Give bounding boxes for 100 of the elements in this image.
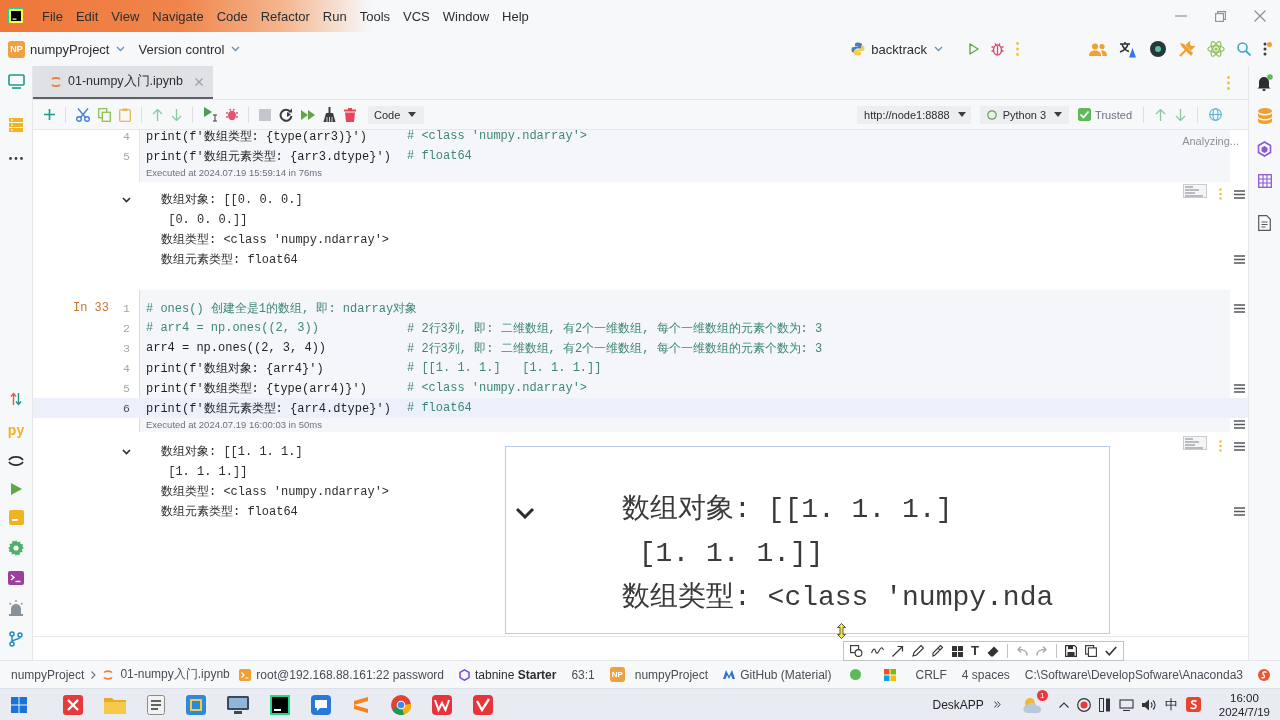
menu-icon[interactable] [1233, 190, 1245, 199]
zigzag-app-icon[interactable] [432, 694, 452, 715]
disc-icon[interactable] [1150, 41, 1166, 57]
trusted-checkbox[interactable] [1078, 108, 1092, 121]
hexagon-icon[interactable] [1257, 141, 1272, 157]
indent-setting[interactable]: 4 spaces [961, 667, 1010, 682]
code-cell[interactable] [33, 290, 1248, 432]
cross-app-icon[interactable] [63, 694, 83, 715]
breadcrumb-item[interactable]: numpyProject [11, 667, 85, 682]
screen-icon[interactable] [1118, 698, 1134, 711]
monitor-icon[interactable] [7, 74, 25, 89]
input-app-icon[interactable] [1185, 697, 1201, 712]
bug-icon[interactable] [226, 108, 238, 121]
plugin-status[interactable]: tabnine Starter [475, 667, 557, 682]
fast-forward-icon[interactable] [301, 109, 315, 120]
theme-name[interactable]: GitHub (Material) [740, 667, 832, 682]
cloud-sun-icon[interactable] [1022, 696, 1043, 713]
monitor-app-icon[interactable] [227, 695, 249, 714]
menu-item[interactable]: Run [322, 8, 347, 24]
menu-icon[interactable] [1233, 507, 1245, 516]
trash-icon[interactable] [344, 107, 356, 122]
clock-date[interactable]: 2024/7/19 [1218, 704, 1270, 719]
text-tool-button[interactable]: T [971, 644, 979, 658]
run-configuration-dropdown[interactable]: backtrack [871, 41, 943, 57]
eraser-icon[interactable] [986, 645, 999, 657]
mosaic-icon[interactable] [952, 645, 963, 657]
project-dropdown[interactable]: numpyProject [30, 41, 126, 57]
more-icon[interactable] [9, 157, 23, 160]
menu-item[interactable]: Help [502, 8, 529, 24]
arrow-icon[interactable] [892, 645, 904, 657]
menu-item[interactable]: Tools [359, 8, 391, 24]
more-icon[interactable] [1263, 42, 1272, 56]
menu-icon[interactable] [1233, 442, 1245, 451]
chevron-up-icon[interactable] [1058, 701, 1069, 708]
globe-icon[interactable] [1209, 108, 1222, 121]
chevron-icon[interactable] [121, 449, 131, 455]
editor-tab[interactable]: 01-numpy入门.ipynb [33, 66, 213, 99]
four-squares-icon[interactable] [884, 668, 897, 681]
bug-icon[interactable] [991, 42, 1004, 56]
play-icon[interactable] [10, 483, 22, 495]
marker-icon[interactable] [932, 645, 944, 657]
clock-time[interactable]: 16:00 [1230, 690, 1259, 705]
run-cell-icon[interactable] [203, 107, 218, 122]
terminal-icon[interactable] [8, 571, 24, 585]
menu-item[interactable]: VCS [403, 8, 430, 24]
status-dot-icon[interactable] [850, 669, 862, 680]
version-control-dropdown[interactable]: Version control [138, 41, 241, 57]
table-thumbnail-icon[interactable] [1183, 436, 1207, 450]
database-icon[interactable] [1257, 108, 1272, 124]
interpreter-path[interactable]: C:\Software\DevelopSofware\Anaconda3 [1024, 667, 1243, 682]
save-icon[interactable] [1064, 645, 1077, 657]
menu-icon[interactable] [1233, 383, 1245, 393]
two-bars-icon[interactable] [1098, 697, 1111, 712]
menu-item[interactable]: Refactor [260, 8, 310, 24]
menu-item[interactable]: Window [442, 8, 490, 24]
alarm-icon[interactable] [8, 600, 24, 616]
square-app-icon[interactable] [186, 694, 206, 715]
record-icon[interactable] [1076, 697, 1091, 712]
restore-icon[interactable] [1215, 10, 1226, 22]
angle-app-icon[interactable] [352, 694, 370, 715]
scissors-icon[interactable] [76, 107, 90, 122]
menu-item[interactable]: File [42, 8, 63, 24]
menu-item[interactable]: Edit [75, 8, 99, 24]
caret-position[interactable]: 63:1 [571, 667, 595, 682]
pinned-toolbar-label[interactable]: DeskAPP [932, 697, 984, 712]
menu-item[interactable]: View [111, 8, 140, 24]
cell-type-dropdown[interactable]: Code [368, 105, 425, 124]
curve-icon[interactable] [871, 647, 884, 655]
kernel-dropdown[interactable]: Python 3 [979, 105, 1070, 124]
bell-icon[interactable] [1256, 74, 1273, 91]
interpreter-name[interactable]: numpyProject [634, 667, 709, 682]
line-separator[interactable]: CRLF [915, 667, 947, 682]
gear-icon[interactable] [8, 540, 24, 556]
menu-icon[interactable] [1233, 255, 1245, 264]
people-icon[interactable] [1089, 42, 1107, 56]
shapes-icon[interactable] [850, 645, 863, 657]
speaker-icon[interactable] [1141, 698, 1157, 711]
tools-icon[interactable] [1178, 40, 1195, 58]
copy-icon[interactable] [1084, 645, 1097, 657]
swirl-icon[interactable] [1258, 668, 1270, 681]
trusted-label[interactable]: Trusted [1095, 108, 1132, 121]
close-icon[interactable] [194, 77, 203, 86]
chevron-icon[interactable] [121, 197, 131, 203]
redo-icon[interactable] [1035, 646, 1048, 656]
run-icon[interactable] [969, 43, 979, 55]
atom-icon[interactable] [1207, 40, 1225, 58]
restart-icon[interactable] [279, 107, 293, 122]
windows-start-icon[interactable] [11, 696, 27, 713]
browser-icon[interactable] [391, 694, 411, 715]
menu-item[interactable]: Navigate [152, 8, 204, 24]
chat-app-icon[interactable] [311, 694, 331, 715]
document-icon[interactable] [1258, 215, 1271, 231]
table-thumbnail-icon[interactable] [1183, 184, 1207, 198]
ide-app-icon[interactable] [270, 694, 290, 715]
clipboard-icon[interactable] [119, 107, 131, 122]
search-icon[interactable] [1237, 42, 1251, 56]
pencil-icon[interactable] [912, 645, 924, 657]
panel-icon[interactable] [8, 510, 24, 525]
translate-icon[interactable] [1119, 40, 1138, 58]
grid-icon[interactable] [1257, 174, 1272, 188]
